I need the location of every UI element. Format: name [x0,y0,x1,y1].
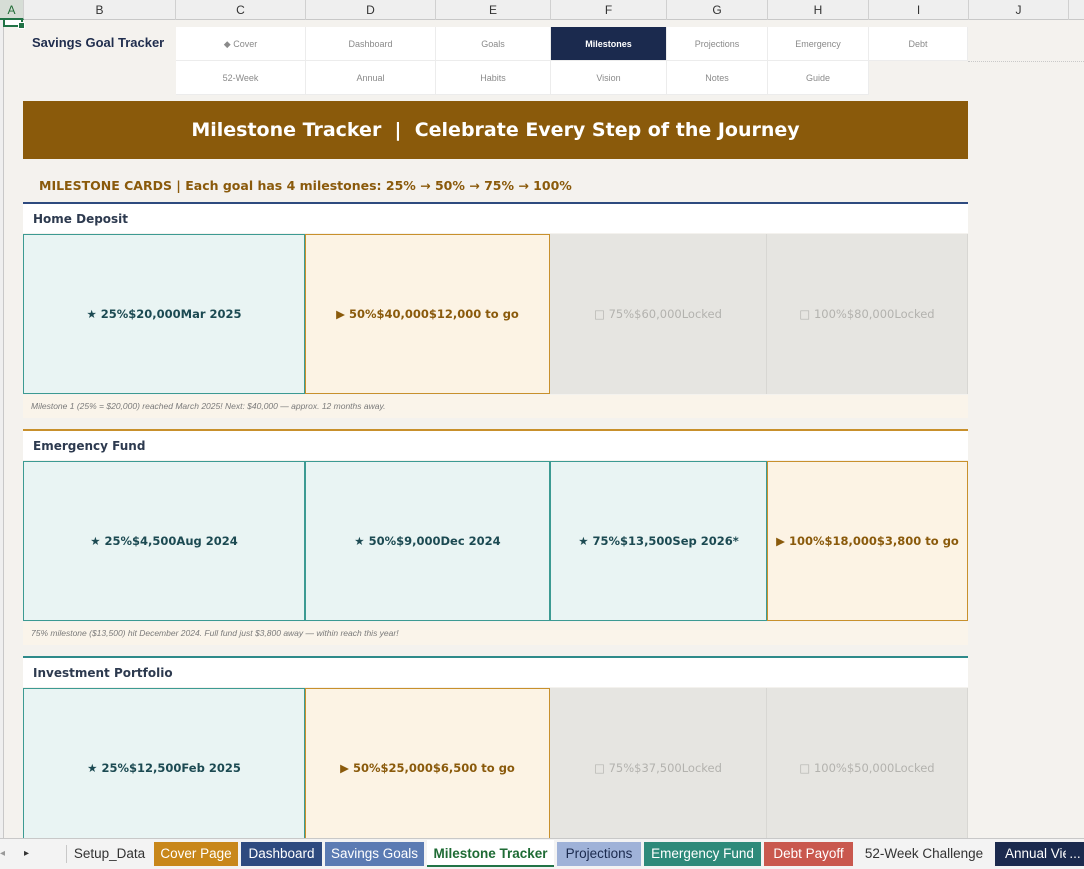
scroll-right-icon[interactable]: ▸ [24,839,29,869]
nav-link-vision[interactable]: Vision [551,61,667,95]
milestone-card: □ 100%$80,000Locked [767,234,968,394]
milestone-card: □ 100%$50,000Locked [767,688,968,848]
milestone-card: ★ 25%$4,500Aug 2024 [23,461,305,621]
section-subheading: MILESTONE CARDS | Each goal has 4 milest… [39,178,572,193]
column-header-b[interactable]: B [24,0,176,20]
milestone-card: ▶ 50%$25,000$6,500 to go [305,688,550,848]
column-header-c[interactable]: C [176,0,306,20]
sheet-tab-projections[interactable]: Projections [557,842,641,866]
sheet-tab-savings-goals[interactable]: Savings Goals [325,842,424,866]
sheet-tab-annual-view[interactable]: Annual Vie [995,842,1067,866]
sheet-tab-dashboard[interactable]: Dashboard [241,842,322,866]
milestone-card-text: ★ 25%$20,000Mar 2025 [86,307,242,321]
sheet-tab-setup-data[interactable]: Setup_Data [68,842,151,866]
goal-title-investment-portfolio: Investment Portfolio [23,656,968,687]
dotted-divider [968,61,1084,62]
nav-link-habits[interactable]: Habits [436,61,551,95]
milestone-card: ★ 50%$9,000Dec 2024 [305,461,550,621]
column-header-f[interactable]: F [551,0,667,20]
sheet-tab-52-week-challenge[interactable]: 52-Week Challenge [856,842,992,866]
milestone-card-text: □ 100%$80,000Locked [799,307,935,321]
column-header-i[interactable]: I [869,0,969,20]
sheet-tab-bar: ◂ ▸ Setup_Data Cover Page Dashboard Savi… [0,838,1084,869]
nav-link-annual[interactable]: Annual [306,61,436,95]
nav-link-goals[interactable]: Goals [436,27,551,61]
column-header-e[interactable]: E [436,0,551,20]
milestone-card-text: ★ 25%$12,500Feb 2025 [87,761,241,775]
milestone-card: ▶ 100%$18,000$3,800 to go [767,461,968,621]
milestone-card-text: ★ 50%$9,000Dec 2024 [354,534,501,548]
milestone-card-text: ★ 75%$13,500Sep 2026* [578,534,739,548]
column-header-g[interactable]: G [667,0,768,20]
milestone-card: □ 75%$60,000Locked [550,234,767,394]
goal-title-home-deposit: Home Deposit [23,202,968,233]
nav-link-emergency[interactable]: Emergency [768,27,869,61]
milestone-card-text: □ 75%$37,500Locked [594,761,722,775]
goal-note: 75% milestone ($13,500) hit December 202… [23,622,968,645]
spreadsheet-window: A B C D E F G H I J Savings Goal Tracker… [0,0,1084,869]
nav-link-projections[interactable]: Projections [667,27,768,61]
milestone-card: □ 75%$37,500Locked [550,688,767,848]
nav-link-milestones[interactable]: Milestones [551,27,667,61]
milestone-card-text: □ 75%$60,000Locked [594,307,722,321]
milestone-card: ★ 25%$20,000Mar 2025 [23,234,305,394]
milestone-card-text: ▶ 100%$18,000$3,800 to go [776,534,959,548]
nav-link-debt[interactable]: Debt [869,27,968,61]
goal-note: Milestone 1 (25% = $20,000) reached Marc… [23,395,968,418]
milestone-card-text: ▶ 50%$40,000$12,000 to go [336,307,519,321]
column-header-a[interactable]: A [0,0,24,20]
milestone-card: ★ 25%$12,500Feb 2025 [23,688,305,848]
milestone-card-text: ▶ 50%$25,000$6,500 to go [340,761,515,775]
nav-link-52-week[interactable]: 52-Week [176,61,306,95]
milestone-card-text: □ 100%$50,000Locked [799,761,935,775]
scroll-left-icon[interactable]: ◂ [0,839,5,869]
nav-link-notes[interactable]: Notes [667,61,768,95]
nav-link-dashboard[interactable]: Dashboard [306,27,436,61]
more-tabs-button[interactable]: ... [1066,842,1084,866]
column-header-j[interactable]: J [969,0,1069,20]
nav-link-cover[interactable]: ◆ Cover [176,27,306,61]
column-header-row: A B C D E F G H I J [0,0,1084,20]
sheet-tab-emergency-fund[interactable]: Emergency Fund [644,842,761,866]
sheet-tab-debt-payoff[interactable]: Debt Payoff [764,842,853,866]
sheet-tab-milestone-tracker[interactable]: Milestone Tracker [427,840,554,867]
tab-separator [66,845,67,863]
nav-link-guide[interactable]: Guide [768,61,869,95]
milestone-card: ★ 75%$13,500Sep 2026* [550,461,767,621]
milestone-card: ▶ 50%$40,000$12,000 to go [305,234,550,394]
selected-cell-indicator[interactable] [3,18,25,29]
brand-title: Savings Goal Tracker [32,35,165,50]
row-header-gutter [0,20,4,838]
sheet-tab-cover-page[interactable]: Cover Page [154,842,238,866]
milestone-card-text: ★ 25%$4,500Aug 2024 [90,534,238,548]
page-banner: Milestone Tracker | Celebrate Every Step… [23,101,968,159]
goal-title-emergency-fund: Emergency Fund [23,429,968,460]
column-header-h[interactable]: H [768,0,869,20]
column-header-d[interactable]: D [306,0,436,20]
